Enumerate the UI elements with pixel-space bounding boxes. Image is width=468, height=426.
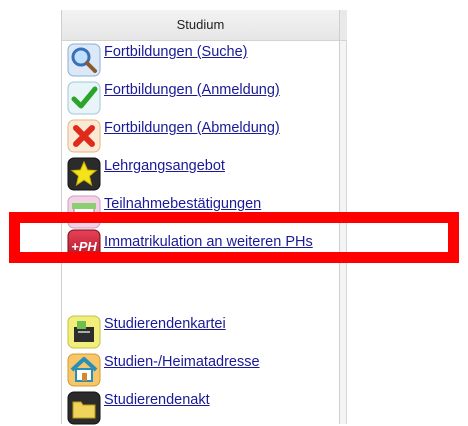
menu-item-studien-heimatadresse[interactable]: Studien-/Heimatadresse [67, 352, 337, 388]
menu-link-lehrgangsangebot[interactable]: Lehrgangsangebot [104, 158, 225, 174]
magnifier-icon [67, 43, 101, 77]
adjacent-column-header [340, 10, 347, 41]
star-icon [67, 157, 101, 191]
menu-link-fortbildungen-anmeldung[interactable]: Fortbildungen (Anmeldung) [104, 82, 280, 98]
menu-link-studierendenakt[interactable]: Studierendenakt [104, 392, 210, 408]
menu-link-fortbildungen-suche[interactable]: Fortbildungen (Suche) [104, 44, 247, 60]
checkmark-icon [67, 81, 101, 115]
card-file-icon [67, 315, 101, 349]
menu-item-fortbildungen-suche[interactable]: Fortbildungen (Suche) [67, 42, 337, 78]
menu-item-lehrgangsangebot[interactable]: Lehrgangsangebot [67, 156, 337, 192]
menu-item-fortbildungen-anmeldung[interactable]: Fortbildungen (Anmeldung) [67, 80, 337, 116]
house-icon [67, 353, 101, 387]
menu-link-studierendenkartei[interactable]: Studierendenkartei [104, 316, 226, 332]
menu-item-fortbildungen-abmeldung[interactable]: Fortbildungen (Abmeldung) [67, 118, 337, 154]
menu-item-studierendenkartei[interactable]: Studierendenkartei [67, 314, 337, 350]
highlight-box [9, 212, 459, 263]
red-x-icon [67, 119, 101, 153]
menu-link-studien-heimatadresse[interactable]: Studien-/Heimatadresse [104, 354, 260, 370]
folder-icon [67, 391, 101, 425]
menu-link-fortbildungen-abmeldung[interactable]: Fortbildungen (Abmeldung) [104, 120, 280, 136]
menu-item-studierendenakt[interactable]: Studierendenakt [67, 390, 337, 426]
menu-link-teilnahmebestaetigungen[interactable]: Teilnahmebestätigungen [104, 196, 261, 212]
panel-header: Studium [62, 10, 339, 41]
